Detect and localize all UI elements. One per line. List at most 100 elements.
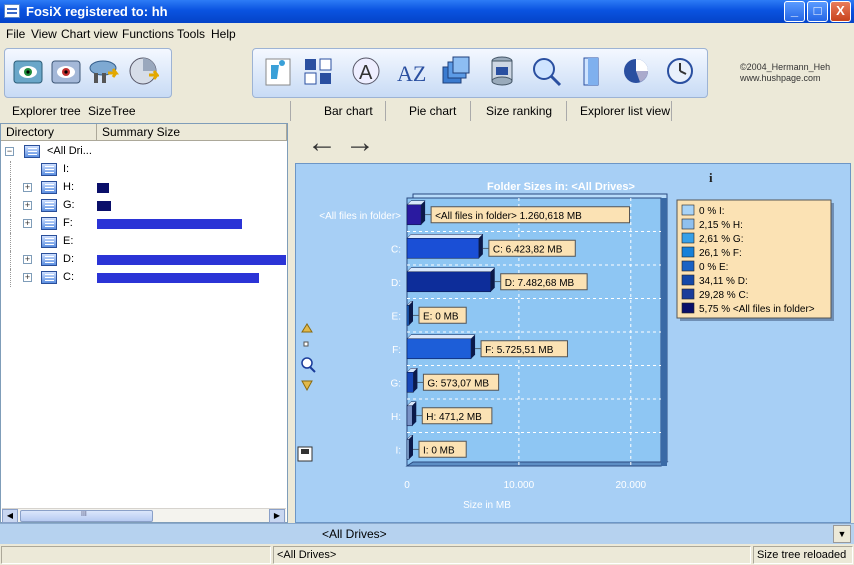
tab-size-ranking[interactable]: Size ranking [486,104,552,118]
plot-right-edge [661,198,667,466]
menu-chart-view[interactable]: Chart view [61,27,118,41]
database-icon[interactable] [486,55,520,89]
tree-item-label: D: [63,253,74,265]
tab-separator [566,101,567,121]
size-bar [97,201,111,211]
tree-item-row[interactable]: + C: [1,269,287,287]
sort-az-icon[interactable]: AZ [394,55,428,89]
pie-chart-icon[interactable] [620,55,654,89]
scroll-right-button[interactable]: ▶ [269,509,285,523]
panel-icon[interactable] [576,55,610,89]
close-button[interactable]: X [830,1,851,22]
menu-bar: File View Chart view Functions Tools Hel… [0,23,854,45]
tree-connector [10,179,11,197]
bar-side-face [421,200,426,225]
tab-explorer-tree[interactable]: Explorer tree [12,104,81,118]
bar [406,271,492,293]
folder-icon [24,145,40,158]
folder-icon [41,271,57,284]
expand-icon[interactable]: + [23,255,32,264]
collapse-icon[interactable]: − [5,147,14,156]
menu-file[interactable]: File [6,27,25,41]
tree-item-row[interactable]: + H: [1,179,287,197]
expand-icon[interactable]: + [23,183,32,192]
zoom-icon-handle [309,366,316,373]
tree-root-row[interactable]: − <All Dri... [1,143,287,161]
tree-item-row[interactable]: + G: [1,197,287,215]
magnifier-icon[interactable] [530,55,564,89]
filter-a-icon[interactable]: A [350,55,384,89]
size-tree-panel: Directory Summary Size − <All Dri... I: +… [0,123,288,523]
pie-refresh-icon[interactable] [127,55,161,89]
copyright-note: ©2004_Hermann_Heh www.hushpage.com [740,62,830,84]
save-chart-icon-slot [301,449,309,454]
scroll-up-icon [301,323,313,333]
toolbar: A AZ ©2004_Hermann_Heh www.hushpage.com [0,45,854,101]
category-label: D: [391,278,401,289]
category-label: E: [392,311,401,322]
reset-icon [303,341,309,347]
minimize-button[interactable]: _ [784,1,805,22]
menu-view[interactable]: View [31,27,57,41]
tab-explorer-list-view[interactable]: Explorer list view [580,104,670,118]
tree-item-label: H: [63,181,74,193]
back-arrow-icon[interactable]: ← [307,128,337,158]
tab-size-tree[interactable]: SizeTree [88,104,136,118]
legend-swatch [681,246,695,258]
data-label: F: 5.725,51 MB [485,345,554,356]
legend-swatch [681,288,695,300]
menu-tools[interactable]: Tools [177,27,205,41]
tab-bar-chart[interactable]: Bar chart [324,104,373,118]
clock-icon[interactable] [664,55,698,89]
data-label: C: 6.423,82 MB [493,244,563,255]
svg-text:AZ: AZ [397,61,426,86]
folder-icon [41,253,57,266]
expand-icon[interactable]: + [23,201,32,210]
bar [406,405,413,427]
tab-separator [470,101,471,121]
network-refresh-icon[interactable] [88,55,122,89]
bar-top-face [406,267,496,272]
tree-connector [10,161,11,179]
horizontal-scrollbar[interactable]: ◀ III ▶ [2,508,286,523]
column-summary-size[interactable]: Summary Size [97,124,287,141]
data-label: G: 573,07 MB [427,378,489,389]
scroll-thumb[interactable]: III [20,510,153,522]
tree-item-label: F: [63,217,73,229]
tab-pie-chart[interactable]: Pie chart [409,104,456,118]
maximize-button[interactable]: □ [807,1,828,22]
menu-help[interactable]: Help [211,27,236,41]
forward-arrow-icon[interactable]: → [345,128,375,158]
scroll-left-button[interactable]: ◀ [2,509,18,523]
sort-blocks-icon[interactable] [302,55,336,89]
tree-item-row[interactable]: I: [1,161,287,179]
expand-icon[interactable]: + [23,273,32,282]
tree-item-row[interactable]: + D: [1,251,287,269]
menu-functions[interactable]: Functions [122,27,174,41]
scroll-down-icon [301,380,313,392]
bar-side-face [412,401,417,426]
size-bar [97,219,242,229]
tree-item-label: C: [63,271,74,283]
view-folder-icon[interactable] [50,55,84,89]
tree-item-label: G: [63,199,75,211]
x-axis-label: Size in MB [463,500,511,511]
expand-icon[interactable]: + [23,219,32,228]
legend-swatch [681,232,695,244]
view-drive-icon[interactable] [12,55,46,89]
properties-icon[interactable] [262,55,296,89]
copyright-line: ©2004_Hermann_Heh [740,62,831,72]
tree-item-row[interactable]: + F: [1,215,287,233]
dropdown-arrow-icon[interactable]: ▼ [833,525,851,543]
tree-item-label: E: [63,235,74,247]
category-label: H: [391,412,401,423]
stack-view-icon[interactable] [440,55,474,89]
category-label: <All files in folder> [319,211,401,222]
column-directory[interactable]: Directory [1,124,97,141]
bar-side-face [490,267,495,292]
drive-combo-bar: <All Drives> ▼ [0,523,854,544]
bar-chart: Folder Sizes in: <All Drives> i <All files… [297,170,834,511]
drive-combo-value[interactable]: <All Drives> [322,527,387,541]
legend-label: 5,75 % <All files in folder> [699,304,815,315]
tree-item-row[interactable]: E: [1,233,287,251]
